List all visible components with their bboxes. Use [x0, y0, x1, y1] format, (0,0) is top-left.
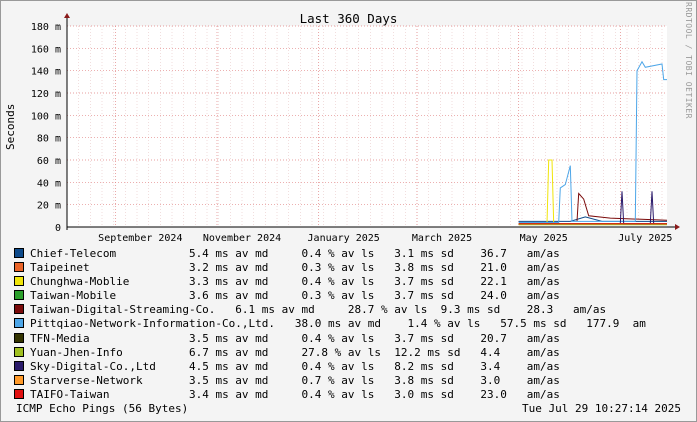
x-tick-label: September 2024	[98, 233, 182, 244]
chart-title: Last 360 Days	[299, 11, 398, 26]
legend-swatch	[14, 276, 24, 287]
legend-swatch	[14, 290, 24, 301]
legend-item: Chunghwa-Moblie 3.3 ms av md 0.4 % av ls…	[14, 275, 646, 289]
legend-swatch	[14, 346, 24, 357]
legend-series-name: Sky-Digital-Co.,Ltd	[30, 359, 156, 373]
x-tick-label: March 2025	[412, 233, 472, 244]
legend-item: TAIFO-Taiwan 3.4 ms av md 0.4 % av ls 3.…	[14, 388, 646, 402]
y-tick-label: 40 m	[37, 178, 61, 189]
y-tick-label: 60 m	[37, 156, 61, 167]
legend-series-name: Chunghwa-Moblie	[30, 275, 130, 289]
legend-stats: 3.2 ms av md 0.3 % av ls 3.8 ms sd 21.0 …	[89, 261, 560, 275]
legend-series-name: Yuan-Jhen-Info	[30, 345, 123, 359]
x-tick-label: May 2025	[520, 233, 568, 244]
legend-stats: 3.5 ms av md 0.7 % av ls 3.8 ms sd 3.0 a…	[142, 373, 560, 387]
legend-series-name: TFN-Media	[30, 331, 90, 345]
legend-series-name: Taiwan-Digital-Streaming-Co.	[30, 303, 216, 317]
legend-series-name: Starverse-Network	[30, 373, 143, 387]
y-tick-label: 20 m	[37, 201, 61, 212]
legend-swatch	[14, 388, 24, 399]
x-tick-label: November 2024	[203, 233, 281, 244]
legend-stats: 6.7 ms av md 27.8 % av ls 12.2 ms sd 4.4…	[122, 345, 560, 359]
legend-swatch	[14, 374, 24, 385]
legend-swatch	[14, 318, 24, 329]
ping-chart: 020 m40 m60 m80 m100 m120 m140 m160 m180…	[31, 13, 680, 244]
rrdtool-watermark: RRDTOOL / TOBI OETIKER	[684, 2, 693, 119]
legend-item: Starverse-Network 3.5 ms av md 0.7 % av …	[14, 374, 646, 388]
y-tick-label: 0	[55, 223, 61, 234]
legend-series-name: Chief-Telecom	[30, 247, 117, 260]
x-tick-label: July 2025	[618, 233, 672, 244]
legend-stats: 3.3 ms av md 0.4 % av ls 3.7 ms sd 22.1 …	[129, 275, 560, 289]
plot-area	[67, 26, 667, 227]
legend-stats: 3.5 ms av md 0.4 % av ls 3.7 ms sd 20.7 …	[89, 331, 560, 345]
legend-stats: 38.0 ms av md 1.4 % av ls 57.5 ms sd 177…	[275, 317, 646, 331]
legend-series-name: Pittqiao-Network-Information-Co.,Ltd.	[30, 317, 276, 331]
legend: Chief-Telecom 5.4 ms av md 0.4 % av ls 3…	[14, 247, 646, 402]
legend-stats: 5.4 ms av md 0.4 % av ls 3.1 ms sd 36.7 …	[116, 247, 560, 260]
x-tick-label: January 2025	[308, 233, 380, 244]
footer-timestamp: Tue Jul 29 10:27:14 2025	[522, 402, 681, 415]
legend-item: Taiwan-Mobile 3.6 ms av md 0.3 % av ls 3…	[14, 289, 646, 303]
legend-item: Sky-Digital-Co.,Ltd 4.5 ms av md 0.4 % a…	[14, 360, 646, 374]
legend-item: Chief-Telecom 5.4 ms av md 0.4 % av ls 3…	[14, 247, 646, 261]
legend-series-name: Taiwan-Mobile	[30, 289, 117, 303]
y-tick-label: 100 m	[31, 111, 61, 122]
legend-swatch	[14, 360, 24, 371]
legend-stats: 6.1 ms av md 28.7 % av ls 9.3 ms sd 28.3…	[215, 303, 607, 317]
y-tick-label: 160 m	[31, 44, 61, 55]
legend-stats: 3.4 ms av md 0.4 % av ls 3.0 ms sd 23.0 …	[109, 387, 560, 401]
legend-stats: 4.5 ms av md 0.4 % av ls 8.2 ms sd 3.4 a…	[155, 359, 560, 373]
legend-swatch	[14, 248, 24, 258]
legend-series-name: Taipeinet	[30, 261, 90, 275]
legend-swatch	[14, 304, 24, 315]
legend-swatch	[14, 332, 24, 343]
x-axis-arrow	[675, 224, 680, 230]
legend-series-name: TAIFO-Taiwan	[30, 387, 110, 401]
legend-stats: 3.6 ms av md 0.3 % av ls 3.7 ms sd 24.0 …	[116, 289, 560, 303]
y-tick-label: 80 m	[37, 134, 61, 145]
legend-swatch	[14, 262, 24, 273]
legend-item: Pittqiao-Network-Information-Co.,Ltd. 38…	[14, 317, 646, 331]
footer-description: ICMP Echo Pings (56 Bytes)	[16, 402, 189, 415]
legend-item: Taipeinet 3.2 ms av md 0.3 % av ls 3.8 m…	[14, 261, 646, 275]
legend-item: Yuan-Jhen-Info 6.7 ms av md 27.8 % av ls…	[14, 346, 646, 360]
legend-item: Taiwan-Digital-Streaming-Co. 6.1 ms av m…	[14, 303, 646, 317]
y-axis-label: Seconds	[4, 103, 17, 150]
legend-item: TFN-Media 3.5 ms av md 0.4 % av ls 3.7 m…	[14, 332, 646, 346]
y-tick-label: 140 m	[31, 67, 61, 78]
y-tick-label: 120 m	[31, 89, 61, 100]
